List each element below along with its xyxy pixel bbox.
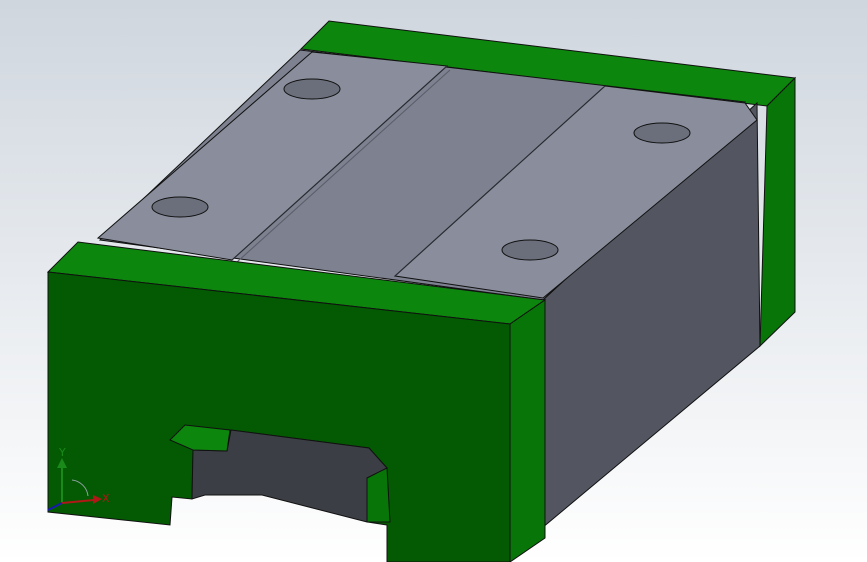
mounting-hole[interactable] [283, 78, 341, 100]
graphics-viewport[interactable]: X Y [0, 0, 867, 562]
model-view[interactable]: X Y [0, 0, 867, 562]
triad-y-label: Y [58, 446, 66, 459]
triad-x-label: X [102, 492, 110, 505]
mounting-hole[interactable] [151, 196, 209, 218]
mounting-hole[interactable] [501, 239, 559, 261]
mounting-hole[interactable] [633, 122, 691, 144]
